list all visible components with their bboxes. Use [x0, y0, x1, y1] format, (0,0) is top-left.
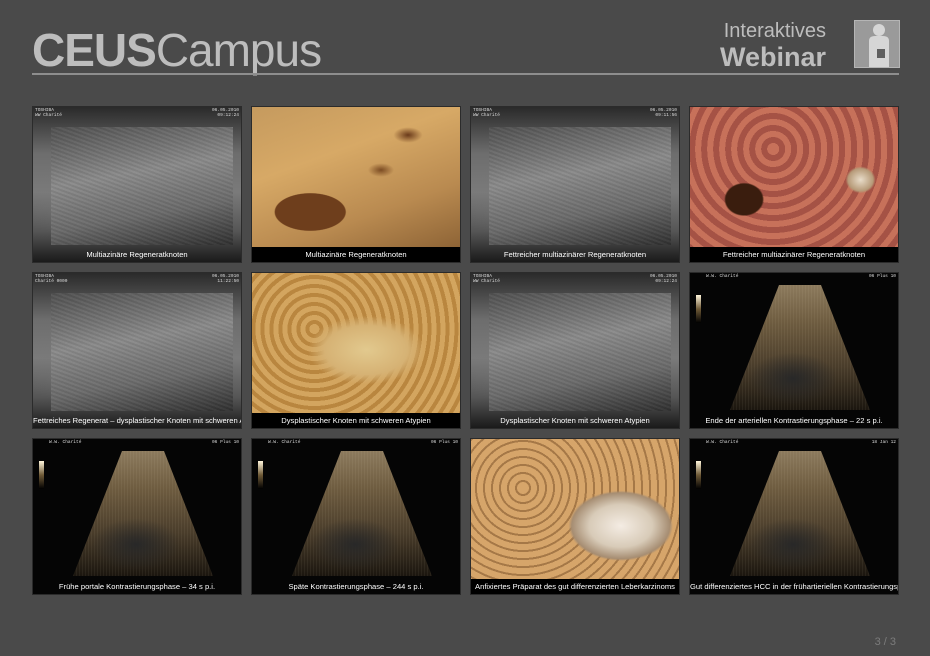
ceus-image — [73, 451, 213, 576]
webinar-line2: Webinar — [719, 42, 826, 72]
tile-10[interactable]: W.W. Charité 06 Plus 10 Späte Kontrastie… — [251, 438, 461, 595]
grayscale-bar — [696, 461, 701, 489]
ultrasound-image — [51, 293, 233, 411]
ultrasound-image — [489, 127, 671, 245]
meta-left: TOSHIBA WW Charité — [473, 274, 501, 284]
tile-meta: TOSHIBA WW Charité 06.05.2010 09:12:24 — [473, 274, 677, 288]
human-body-icon-svg — [869, 24, 889, 67]
ceus-image — [730, 285, 870, 410]
tile-9[interactable]: W.W. Charité 06 Plus 10 Frühe portale Ko… — [32, 438, 242, 595]
ceus-campus-logo: CEUSCampus — [32, 24, 322, 76]
tile-caption: Multiazinäre Regeneratknoten — [86, 250, 188, 259]
tile-11[interactable]: Anfixiertes Präparat des gut differenzie… — [470, 438, 680, 595]
webinar-line1: Interaktives — [723, 20, 826, 42]
tile-meta: TOSHIBA Charité 0000 06.05.2010 11:22:50 — [35, 274, 239, 288]
pathology-image — [471, 439, 679, 579]
meta-left: TOSHIBA Charité 0000 — [35, 274, 68, 284]
logo-bold-text: CEUS — [32, 24, 157, 76]
tile-meta: W.W. Charité 06 Plus 10 — [254, 440, 458, 454]
meta-right: 06.05.2010 11:22:50 — [211, 274, 239, 284]
pathology-image — [252, 273, 460, 413]
tile-caption: Dysplastischer Knoten mit schweren Atypi… — [500, 416, 650, 425]
meta-right: 06.05.2010 09:12:24 — [649, 274, 677, 284]
grayscale-bar — [258, 461, 263, 489]
tile-caption: Frühe portale Kontrastierungsphase – 34 … — [58, 582, 216, 591]
header-divider — [32, 73, 899, 75]
meta-right: 06 Plus 10 — [430, 440, 458, 445]
meta-left: TOSHIBA WW Charité — [473, 108, 501, 118]
grayscale-bar — [696, 295, 701, 323]
meta-right: 06.05.2010 09:11:56 — [649, 108, 677, 118]
pathology-image — [252, 107, 460, 247]
ceus-image — [292, 451, 432, 576]
tile-8[interactable]: W.W. Charité 06 Plus 10 Ende der arterie… — [689, 272, 899, 429]
tile-caption: Fettreicher multiazinärer Regeneratknote… — [503, 250, 647, 259]
meta-left: TOSHIBA WW Charité — [35, 108, 63, 118]
tile-2[interactable]: Multiazinäre Regeneratknoten — [251, 106, 461, 263]
tile-meta: W.W. Charité 06 Plus 10 — [35, 440, 239, 454]
tile-meta: TOSHIBA WW Charité 06.05.2010 09:12:24 — [35, 108, 239, 122]
tile-caption: Gut differenziertes HCC in der frühartie… — [690, 582, 898, 591]
meta-left: W.W. Charité — [268, 440, 301, 445]
tile-caption: Anfixiertes Präparat des gut differenzie… — [475, 582, 675, 591]
tile-caption: Multiazinäre Regeneratknoten — [305, 250, 407, 259]
webinar-title: Interaktives Webinar — [720, 20, 826, 72]
meta-left: W.W. Charité — [706, 274, 739, 279]
meta-right: 06.05.2010 09:12:24 — [211, 108, 239, 118]
tile-12[interactable]: W.W. Charité 18 Jan 12 Gut differenziert… — [689, 438, 899, 595]
pathology-image — [690, 107, 898, 247]
tile-4[interactable]: Fettreicher multiazinärer Regeneratknote… — [689, 106, 899, 263]
meta-right: 18 Jan 12 — [871, 440, 896, 445]
tile-meta: W.W. Charité 18 Jan 12 — [692, 440, 896, 454]
tile-caption: Ende der arteriellen Kontrastierungsphas… — [705, 416, 883, 425]
tile-caption: Dysplastischer Knoten mit schweren Atypi… — [281, 416, 431, 425]
human-body-icon — [854, 20, 900, 68]
ultrasound-image — [489, 293, 671, 411]
tile-6[interactable]: Dysplastischer Knoten mit schweren Atypi… — [251, 272, 461, 429]
logo-light-text: Campus — [155, 24, 322, 76]
tile-meta: TOSHIBA WW Charité 06.05.2010 09:11:56 — [473, 108, 677, 122]
tile-1[interactable]: TOSHIBA WW Charité 06.05.2010 09:12:24 M… — [32, 106, 242, 263]
tile-7[interactable]: TOSHIBA WW Charité 06.05.2010 09:12:24 D… — [470, 272, 680, 429]
tile-caption: Fettreicher multiazinärer Regeneratknote… — [722, 250, 866, 259]
tile-5[interactable]: TOSHIBA Charité 0000 06.05.2010 11:22:50… — [32, 272, 242, 429]
meta-left: W.W. Charité — [706, 440, 739, 445]
grayscale-bar — [39, 461, 44, 489]
meta-right: 06 Plus 10 — [211, 440, 239, 445]
tile-caption: Späte Kontrastierungsphase – 244 s p.i. — [288, 582, 424, 591]
ceus-image — [730, 451, 870, 576]
tile-3[interactable]: TOSHIBA WW Charité 06.05.2010 09:11:56 F… — [470, 106, 680, 263]
ultrasound-image — [51, 127, 233, 245]
meta-right: 06 Plus 10 — [868, 274, 896, 279]
page-indicator: 3 / 3 — [874, 636, 896, 648]
tile-caption: Fettreiches Regenerat – dysplastischer K… — [33, 416, 241, 425]
meta-left: W.W. Charité — [49, 440, 82, 445]
tile-meta: W.W. Charité 06 Plus 10 — [692, 274, 896, 288]
